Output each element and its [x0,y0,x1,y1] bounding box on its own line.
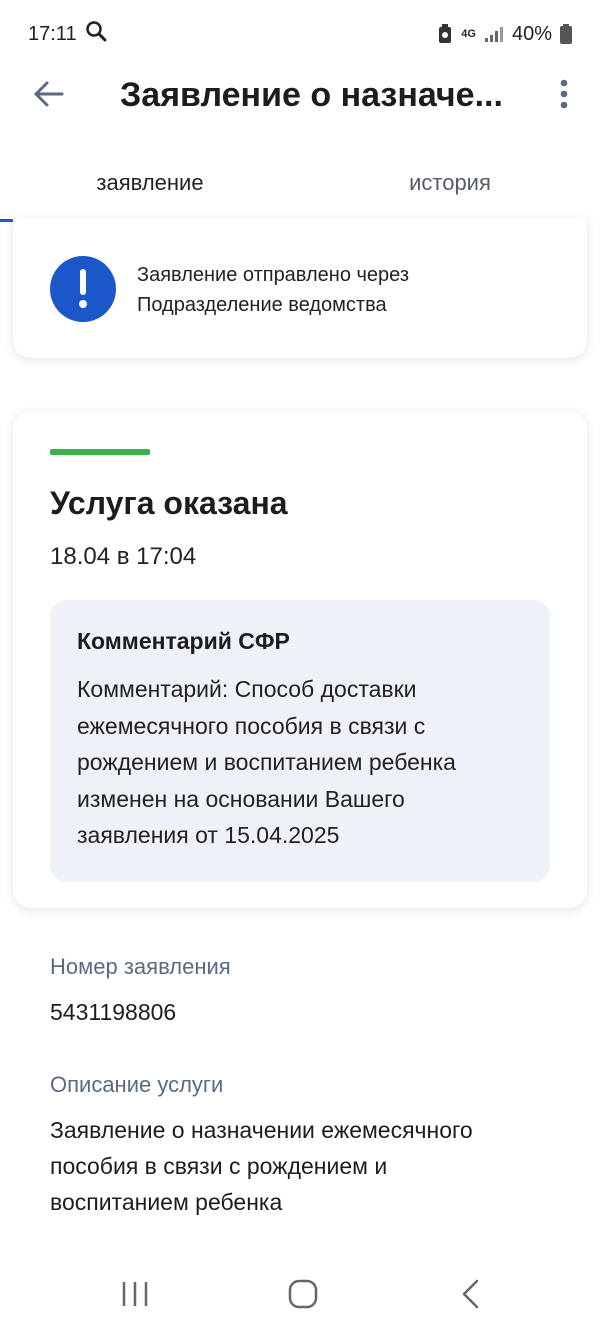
tab-application[interactable]: заявление [0,150,300,222]
status-date: 18.04 в 17:04 [50,543,197,570]
description-line: Заявление о назначении ежемесячного [50,1117,473,1143]
comment-line: Комментарий: Способ доставки [77,676,417,702]
status-indicator [50,449,150,455]
tab-history[interactable]: история [300,150,600,222]
tab-label: история [409,170,491,195]
back-button[interactable] [28,78,68,114]
exclamation-icon [50,256,116,322]
more-vertical-icon [560,79,568,114]
notice-card: Заявление отправлено через Подразделение… [13,218,587,358]
more-menu-button[interactable] [548,76,580,116]
status-card: Услуга оказана 18.04 в 17:04 Комментарий… [13,411,587,908]
tab-label: заявление [96,170,204,195]
network-type: 4G [461,27,476,40]
notice-line: Подразделение ведомства [137,294,387,316]
application-number-label: Номер заявления [50,954,231,979]
service-description-value: Заявление о назначении ежемесячного посо… [50,1112,560,1220]
application-number-value: 5431198806 [50,999,177,1025]
comment-line: рождением и воспитанием ребенка [77,749,456,775]
comment-title: Комментарий СФР [77,628,290,654]
status-title: Услуга оказана [50,485,288,521]
comment-line: заявления от 15.04.2025 [77,822,340,848]
status-time: 17:11 [28,22,77,45]
description-line: воспитанием ребенка [50,1189,283,1215]
battery-saver-icon [437,24,453,44]
battery-icon [560,24,572,44]
signal-icon [484,25,504,43]
description-line: пособия в связи с рождением и [50,1153,388,1179]
comment-body: Комментарий: Способ доставки ежемесячног… [77,671,523,854]
service-description-label: Описание услуги [50,1072,224,1097]
tab-bar: заявление история [0,150,600,222]
status-bar: 17:11 4G 40% [0,0,600,68]
comment-box: Комментарий СФР Комментарий: Способ дост… [50,600,550,882]
notice-line: Заявление отправлено через [137,264,410,286]
comment-line: изменен на основании Вашего [77,785,405,812]
status-bar-left: 17:11 [28,20,107,48]
back-icon[interactable] [451,1274,491,1314]
status-bar-right: 4G 40% [437,23,572,46]
search-icon [85,20,107,48]
system-nav-bar [0,1256,600,1332]
recent-apps-icon[interactable] [115,1274,155,1314]
arrow-left-icon [32,80,64,113]
page-title: Заявление о назначе... [120,76,503,114]
comment-line: ежемесячного пособия в связи с [77,712,426,739]
notice-text: Заявление отправлено через Подразделение… [137,260,557,320]
battery-percent: 40% [511,22,552,45]
home-icon[interactable] [283,1274,323,1314]
app-bar: Заявление о назначе... [0,60,600,132]
